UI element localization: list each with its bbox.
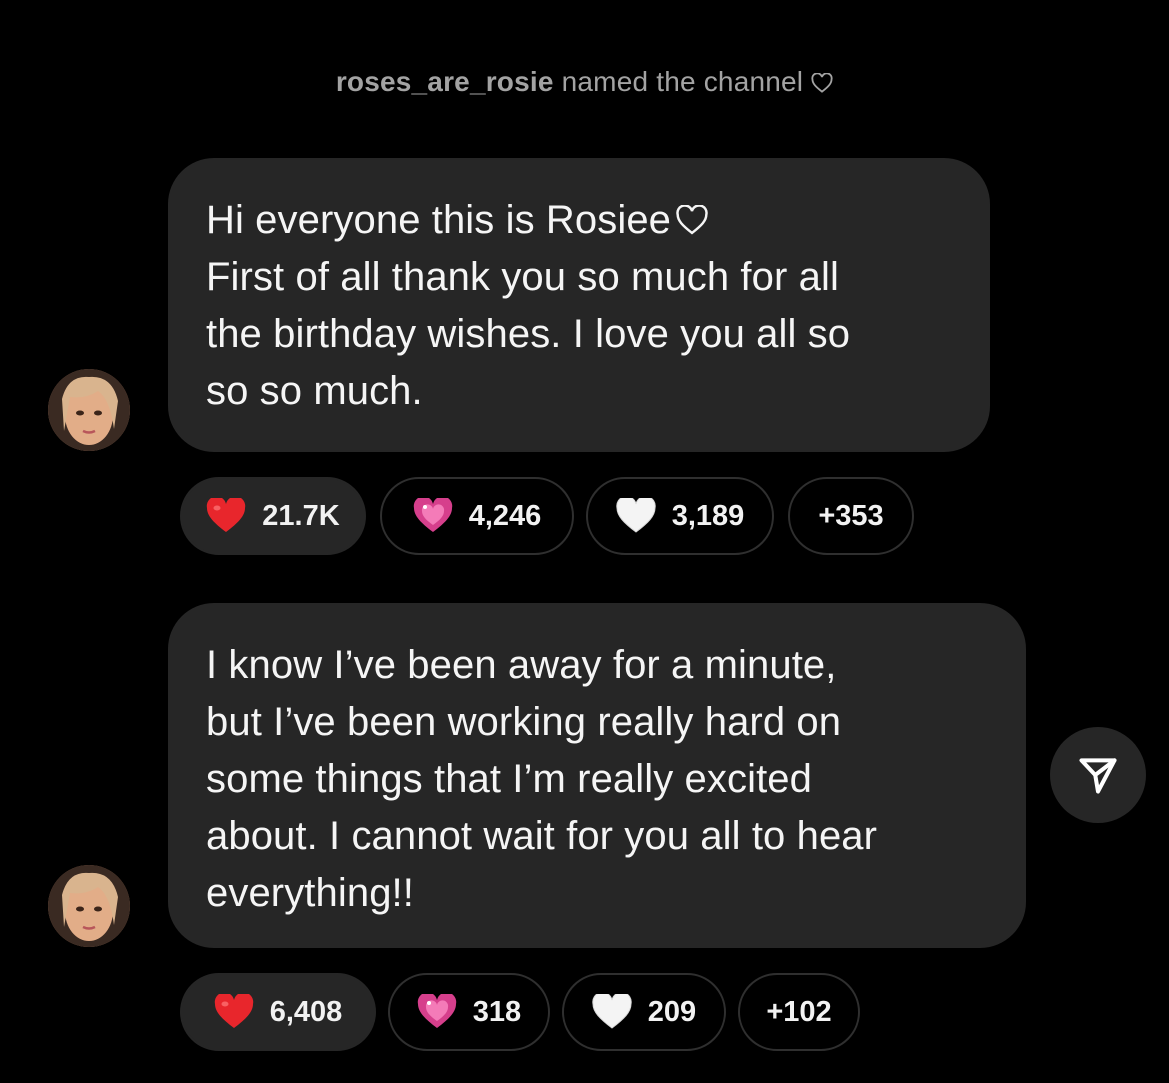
reaction-pink-heart[interactable]: 4,246 [380, 477, 574, 555]
message-line: about. I cannot wait for you all to hear [206, 814, 878, 858]
reaction-count: 209 [647, 995, 697, 1028]
reaction-more-count: +353 [818, 499, 884, 532]
white-heart-icon [616, 498, 656, 533]
reaction-more-button[interactable]: +102 [738, 973, 860, 1051]
white-heart-icon [592, 994, 632, 1029]
reaction-count: 318 [472, 995, 522, 1028]
message-line: everything!! [206, 871, 414, 915]
message-line: Hi everyone this is Rosiee [206, 192, 952, 249]
message-line: the birthday wishes. I love you all so [206, 312, 851, 356]
reaction-red-heart[interactable]: 21.7K [180, 477, 366, 555]
message-line: some things that I’m really excited [206, 757, 812, 801]
sender-avatar[interactable] [48, 865, 130, 947]
red-heart-icon [214, 994, 253, 1028]
reaction-count: 21.7K [262, 499, 340, 532]
notice-username[interactable]: roses_are_rosie [336, 66, 554, 97]
share-button[interactable] [1050, 727, 1146, 823]
sparkling-pink-heart-icon [413, 498, 452, 532]
sparkling-pink-heart-icon [417, 994, 456, 1028]
message-line: I know I’ve been away for a minute, [206, 643, 837, 687]
message-line: but I’ve been working really hard on [206, 700, 842, 744]
reaction-more-button[interactable]: +353 [788, 477, 914, 555]
reaction-count: 4,246 [468, 499, 542, 532]
broadcast-channel-view: roses_are_rosie named the channel Hi eve… [0, 0, 1169, 1083]
heart-outline-icon [811, 73, 833, 93]
avatar-portrait-icon [48, 369, 130, 451]
channel-named-notice: roses_are_rosie named the channel [0, 66, 1169, 98]
avatar-portrait-icon [48, 865, 130, 947]
heart-outline-icon [676, 205, 708, 235]
reaction-white-heart[interactable]: 209 [562, 973, 726, 1051]
message-bubble[interactable]: Hi everyone this is Rosiee First of all … [168, 158, 990, 452]
red-heart-icon [207, 498, 246, 532]
message-line: First of all thank you so much for all [206, 255, 839, 299]
message-bubble[interactable]: I know I’ve been away for a minute, but … [168, 603, 1026, 948]
reaction-pink-heart[interactable]: 318 [388, 973, 550, 1051]
sender-avatar[interactable] [48, 369, 130, 451]
notice-text: named the channel [553, 66, 804, 97]
reaction-white-heart[interactable]: 3,189 [586, 477, 774, 555]
reaction-count: 3,189 [671, 499, 745, 532]
reaction-more-count: +102 [766, 995, 832, 1028]
paper-plane-icon [1079, 758, 1117, 794]
reaction-red-heart[interactable]: 6,408 [180, 973, 376, 1051]
message-line: so so much. [206, 369, 423, 413]
reaction-count: 6,408 [269, 995, 343, 1028]
